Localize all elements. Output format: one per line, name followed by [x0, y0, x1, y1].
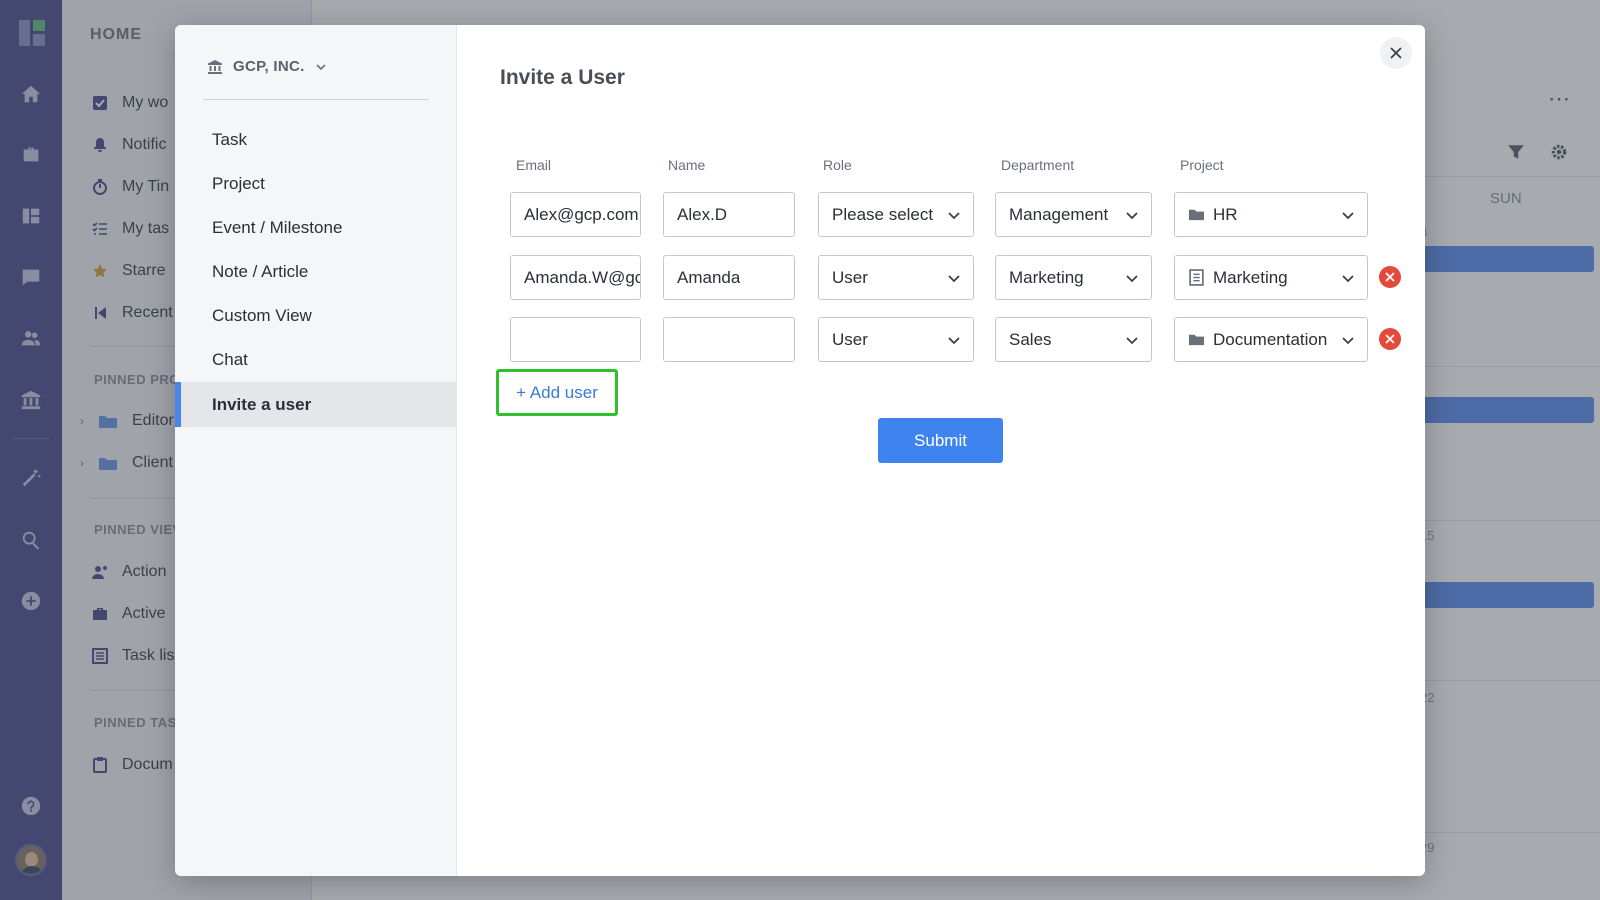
org-name: GCP, INC. — [233, 58, 305, 75]
department-select[interactable]: Management — [995, 192, 1152, 237]
remove-row-button[interactable] — [1379, 328, 1401, 350]
nav-item-invite-user[interactable]: Invite a user — [175, 382, 457, 427]
email-value: Amanda.W@gcp.com — [524, 267, 640, 287]
column-label-role: Role — [823, 157, 852, 173]
column-label-department: Department — [1001, 157, 1075, 173]
folder-icon — [1188, 209, 1205, 221]
chevron-down-icon — [1342, 275, 1354, 283]
department-select[interactable]: Marketing — [995, 255, 1152, 300]
department-value: Marketing — [1009, 267, 1084, 287]
nav-item-project[interactable]: Project — [175, 161, 457, 206]
project-value: Documentation — [1213, 329, 1328, 349]
nav-item-chat[interactable]: Chat — [175, 337, 457, 382]
column-label-project: Project — [1180, 157, 1224, 173]
role-select[interactable]: Please select — [818, 192, 974, 237]
bank-icon — [208, 59, 222, 74]
remove-row-button[interactable] — [1379, 266, 1401, 288]
name-field[interactable]: Alex.D — [663, 192, 795, 237]
column-label-email: Email — [516, 157, 552, 173]
chevron-down-icon — [1342, 337, 1354, 345]
close-button[interactable] — [1380, 37, 1412, 69]
close-icon — [1390, 47, 1402, 59]
column-label-name: Name — [668, 157, 706, 173]
email-value: Alex@gcp.com — [524, 204, 639, 224]
close-icon — [1385, 272, 1395, 282]
modal-nav: GCP, INC. Task Project Event / Milestone… — [175, 25, 457, 876]
role-value: Please select — [832, 204, 934, 224]
submit-button[interactable]: Submit — [878, 418, 1003, 463]
chevron-down-icon — [948, 337, 960, 345]
role-select[interactable]: User — [818, 255, 974, 300]
email-field[interactable]: Alex@gcp.com — [510, 192, 641, 237]
role-value: User — [832, 267, 868, 287]
chevron-down-icon — [948, 275, 960, 283]
department-value: Sales — [1009, 329, 1052, 349]
chevron-down-icon — [948, 212, 960, 220]
role-value: User — [832, 329, 868, 349]
nav-item-task[interactable]: Task — [175, 117, 457, 162]
name-field[interactable] — [663, 317, 795, 362]
email-field[interactable] — [510, 317, 641, 362]
add-user-button[interactable]: + Add user — [496, 369, 618, 416]
org-switcher[interactable]: GCP, INC. — [207, 58, 327, 75]
role-select[interactable]: User — [818, 317, 974, 362]
nav-item-event-milestone[interactable]: Event / Milestone — [175, 205, 457, 250]
name-value: Alex.D — [677, 204, 728, 224]
email-field[interactable]: Amanda.W@gcp.com — [510, 255, 641, 300]
document-list-icon — [1189, 269, 1204, 286]
chevron-down-icon — [1126, 275, 1138, 283]
project-select[interactable]: HR — [1174, 192, 1368, 237]
department-value: Management — [1009, 204, 1109, 224]
name-value: Amanda — [677, 267, 741, 287]
chevron-down-icon — [1126, 212, 1138, 220]
nav-item-custom-view[interactable]: Custom View — [175, 293, 457, 338]
project-value: HR — [1213, 204, 1238, 224]
chevron-down-icon — [1342, 212, 1354, 220]
project-value: Marketing — [1213, 267, 1288, 287]
invite-user-modal: GCP, INC. Task Project Event / Milestone… — [175, 25, 1425, 876]
modal-title: Invite a User — [500, 66, 625, 89]
close-icon — [1385, 334, 1395, 344]
chevron-down-icon — [316, 63, 326, 70]
project-select[interactable]: Marketing — [1174, 255, 1368, 300]
name-field[interactable]: Amanda — [663, 255, 795, 300]
folder-icon — [1188, 334, 1205, 346]
org-divider — [203, 99, 429, 100]
project-select[interactable]: Documentation — [1174, 317, 1368, 362]
nav-item-note-article[interactable]: Note / Article — [175, 249, 457, 294]
department-select[interactable]: Sales — [995, 317, 1152, 362]
chevron-down-icon — [1126, 337, 1138, 345]
